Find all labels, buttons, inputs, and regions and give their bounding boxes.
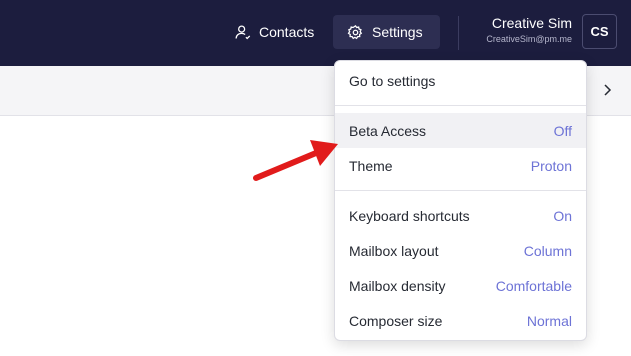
go-to-settings-item[interactable]: Go to settings (335, 63, 586, 98)
settings-label: Settings (372, 24, 423, 40)
theme-label: Theme (349, 157, 393, 174)
header-divider (458, 16, 459, 50)
mailbox-density-item[interactable]: Mailbox density Comfortable (335, 268, 586, 303)
mailbox-layout-value: Column (523, 242, 572, 259)
contacts-icon (235, 24, 251, 39)
mailbox-layout-label: Mailbox layout (349, 242, 439, 259)
keyboard-shortcuts-label: Keyboard shortcuts (349, 207, 470, 224)
theme-item[interactable]: Theme Proton (335, 148, 586, 183)
mailbox-density-value: Comfortable (495, 277, 572, 294)
beta-access-value: Off (553, 122, 572, 139)
mailbox-layout-item[interactable]: Mailbox layout Column (335, 233, 586, 268)
composer-size-item[interactable]: Composer size Normal (335, 303, 586, 338)
chevron-right-icon[interactable] (599, 82, 615, 98)
go-to-settings-label: Go to settings (349, 72, 436, 89)
mailbox-density-label: Mailbox density (349, 277, 446, 294)
annotation-arrow-icon (253, 140, 338, 181)
settings-button[interactable]: Settings (333, 15, 440, 49)
theme-value: Proton (530, 157, 572, 174)
user-email: CreativeSim@pm.me (486, 34, 572, 44)
user-info[interactable]: Creative Sim CreativeSim@pm.me (470, 14, 572, 46)
keyboard-shortcuts-item[interactable]: Keyboard shortcuts On (335, 198, 586, 233)
beta-access-label: Beta Access (349, 122, 427, 139)
gear-icon (347, 24, 363, 39)
contacts-button[interactable]: Contacts (220, 15, 328, 49)
menu-divider (335, 105, 586, 106)
contacts-label: Contacts (259, 24, 315, 40)
avatar[interactable]: CS (582, 14, 617, 49)
beta-access-item[interactable]: Beta Access Off (335, 113, 586, 148)
user-name: Creative Sim (491, 15, 572, 31)
composer-size-value: Normal (526, 312, 572, 329)
settings-dropdown: Go to settings Beta Access Off Theme Pro… (334, 60, 587, 341)
composer-size-label: Composer size (349, 312, 443, 329)
top-navigation-bar: Contacts Settings Creative Sim CreativeS… (0, 0, 631, 66)
keyboard-shortcuts-value: On (553, 207, 572, 224)
menu-divider (335, 190, 586, 191)
